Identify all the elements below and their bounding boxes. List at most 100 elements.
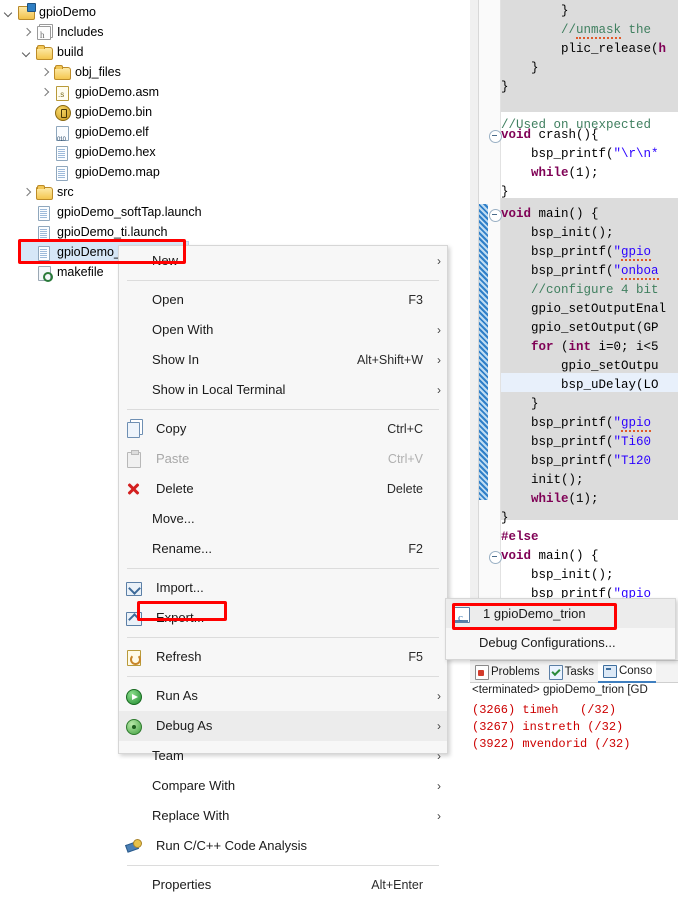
menu-item-rename[interactable]: Rename...F2 bbox=[119, 534, 447, 564]
menu-item-open[interactable]: OpenF3 bbox=[119, 285, 447, 315]
chevron-down-icon[interactable] bbox=[20, 46, 33, 59]
menu-item-team[interactable]: Team› bbox=[119, 741, 447, 771]
tree-item-gpiodemo-asm[interactable]: gpioDemo.asm bbox=[38, 82, 338, 102]
bin-file-icon bbox=[53, 104, 70, 120]
editor-sash[interactable] bbox=[470, 0, 479, 660]
tab-label: Conso bbox=[619, 665, 652, 677]
tree-item-build[interactable]: build bbox=[20, 42, 320, 62]
menu-item-import[interactable]: Import... bbox=[119, 573, 447, 603]
menu-item-label: Compare With bbox=[119, 771, 431, 801]
chevron-down-icon[interactable] bbox=[2, 6, 15, 19]
menu-item-export[interactable]: Export... bbox=[119, 603, 447, 633]
menu-item-compare-with[interactable]: Compare With› bbox=[119, 771, 447, 801]
tab-conso[interactable]: Conso bbox=[598, 660, 656, 683]
delete-icon bbox=[123, 479, 149, 499]
menu-item-copy[interactable]: CopyCtrl+C bbox=[119, 414, 447, 444]
tree-item-includes[interactable]: Includes bbox=[20, 22, 320, 42]
menu-separator bbox=[127, 676, 439, 677]
tree-item-gpiodemo-bin[interactable]: gpioDemo.bin bbox=[38, 102, 338, 122]
menu-item-debug-as[interactable]: Debug As› bbox=[119, 711, 447, 741]
tree-item-label: gpioDemo_ti.launch bbox=[56, 222, 168, 242]
folder-icon bbox=[35, 44, 52, 60]
tree-item-obj-files[interactable]: obj_files bbox=[38, 62, 338, 82]
menu-item-refresh[interactable]: RefreshF5 bbox=[119, 642, 447, 672]
tree-item-label: src bbox=[56, 182, 74, 202]
chevron-right-icon[interactable] bbox=[20, 26, 33, 39]
menu-item-label: Import... bbox=[149, 573, 431, 603]
code-line: bsp_printf("gpio bbox=[501, 414, 659, 433]
tree-item-src[interactable]: src bbox=[20, 182, 320, 202]
menu-item-label: Team bbox=[119, 741, 431, 771]
menu-item-debug-configurations[interactable]: Debug Configurations... bbox=[446, 628, 675, 657]
menu-item-1-gpiodemo-trion[interactable]: 1 gpioDemo_trion bbox=[446, 599, 675, 628]
code-line: } bbox=[501, 183, 509, 202]
menu-item-move[interactable]: Move... bbox=[119, 504, 447, 534]
tree-item-gpiodemo-ti-launch[interactable]: gpioDemo_ti.launch bbox=[20, 222, 320, 242]
code-line: void crash(){ bbox=[501, 126, 599, 145]
fold-collapse-icon[interactable] bbox=[489, 130, 502, 143]
tree-item-gpiodemo-softtap-launch[interactable]: gpioDemo_softTap.launch bbox=[20, 202, 320, 222]
tree-item-gpiodemo-hex[interactable]: gpioDemo.hex bbox=[38, 142, 338, 162]
menu-item-label: Run C/C++ Code Analysis bbox=[149, 831, 431, 861]
code-line: } bbox=[501, 395, 539, 414]
file-icon bbox=[35, 244, 52, 260]
fold-collapse-icon[interactable] bbox=[489, 551, 502, 564]
tree-twisty-spacer bbox=[38, 146, 51, 159]
debug-as-submenu[interactable]: 1 gpioDemo_trionDebug Configurations... bbox=[445, 598, 676, 660]
menu-item-delete[interactable]: DeleteDelete bbox=[119, 474, 447, 504]
menu-item-run-as[interactable]: Run As› bbox=[119, 681, 447, 711]
menu-item-label: Debug Configurations... bbox=[446, 628, 659, 657]
chevron-right-icon: › bbox=[431, 771, 447, 801]
menu-item-label: Move... bbox=[119, 504, 431, 534]
chevron-right-icon: › bbox=[431, 711, 447, 741]
menu-item-label: Show In bbox=[119, 345, 357, 375]
file-icon bbox=[35, 204, 52, 220]
menu-item-open-with[interactable]: Open With› bbox=[119, 315, 447, 345]
console-view-tabs[interactable]: ProblemsTasks Conso bbox=[470, 661, 678, 683]
code-editor[interactable]: }//unmask the plic_release(h}}//Used on … bbox=[470, 0, 678, 660]
tree-item-gpiodemo-elf[interactable]: gpioDemo.elf bbox=[38, 122, 338, 142]
menu-item-properties[interactable]: PropertiesAlt+Enter bbox=[119, 870, 447, 900]
chevron-right-icon[interactable] bbox=[38, 86, 51, 99]
chevron-right-icon[interactable] bbox=[20, 186, 33, 199]
tree-item-gpiodemo[interactable]: gpioDemo bbox=[2, 2, 302, 22]
tree-twisty-spacer bbox=[38, 126, 51, 139]
folder-icon bbox=[35, 184, 52, 200]
tree-item-label: gpioDemo_t bbox=[56, 242, 124, 262]
asm-file-icon bbox=[53, 84, 70, 100]
chevron-right-icon: › bbox=[431, 741, 447, 771]
editor-change-bar bbox=[479, 204, 488, 500]
menu-item-label: Replace With bbox=[119, 801, 431, 831]
run-icon bbox=[123, 686, 149, 706]
menu-item-label: Rename... bbox=[119, 534, 408, 564]
tree-twisty-spacer bbox=[20, 246, 33, 259]
menu-item-shortcut: Alt+Enter bbox=[371, 870, 431, 900]
console-view[interactable]: ProblemsTasksConso <terminated> gpioDemo… bbox=[470, 660, 678, 755]
menu-item-shortcut: Ctrl+C bbox=[387, 414, 431, 444]
menu-item-show-in[interactable]: Show InAlt+Shift+W› bbox=[119, 345, 447, 375]
tree-item-label: obj_files bbox=[74, 62, 121, 82]
code-line: while(1); bbox=[501, 490, 599, 509]
menu-item-show-in-local-terminal[interactable]: Show in Local Terminal› bbox=[119, 375, 447, 405]
menu-item-run-c-c-code-analysis[interactable]: Run C/C++ Code Analysis bbox=[119, 831, 447, 861]
tree-item-label: gpioDemo_softTap.launch bbox=[56, 202, 202, 222]
editor-source-text[interactable]: }//unmask the plic_release(h}}//Used on … bbox=[501, 0, 678, 660]
tab-problems[interactable]: Problems bbox=[470, 661, 544, 682]
fold-collapse-icon[interactable] bbox=[489, 209, 502, 222]
tree-item-label: gpioDemo.map bbox=[74, 162, 160, 182]
menu-item-new[interactable]: New› bbox=[119, 246, 447, 276]
tree-item-gpiodemo-map[interactable]: gpioDemo.map bbox=[38, 162, 338, 182]
menu-item-paste[interactable]: PasteCtrl+V bbox=[119, 444, 447, 474]
chevron-right-icon: › bbox=[431, 246, 447, 276]
file-icon bbox=[53, 144, 70, 160]
project-c-icon bbox=[17, 4, 34, 20]
chevron-right-icon[interactable] bbox=[38, 66, 51, 79]
tab-tasks[interactable]: Tasks bbox=[544, 661, 598, 682]
code-line: init(); bbox=[501, 471, 584, 490]
file-context-menu[interactable]: New› OpenF3Open With›Show InAlt+Shift+W›S… bbox=[118, 245, 448, 754]
tree-twisty-spacer bbox=[38, 166, 51, 179]
code-line: gpio_setOutput(GP bbox=[501, 319, 659, 338]
menu-item-replace-with[interactable]: Replace With› bbox=[119, 801, 447, 831]
chevron-right-icon: › bbox=[431, 801, 447, 831]
code-line: } bbox=[501, 59, 539, 78]
